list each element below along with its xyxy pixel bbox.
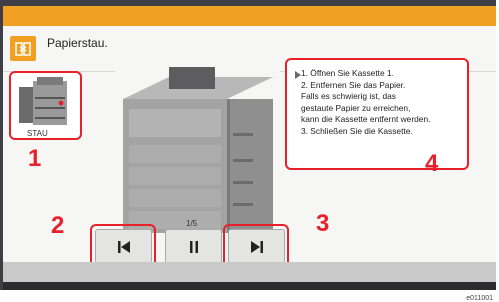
- next-step-button[interactable]: [228, 229, 285, 264]
- instruction-line: 3. Schließen Sie die Kassette.: [301, 125, 413, 136]
- callout-4: 4: [425, 150, 439, 177]
- instruction-box: 1. Öffnen Sie Kassette 1. 2. Entfernen S…: [285, 58, 469, 170]
- instruction-line: 2. Entfernen Sie das Papier.: [301, 79, 406, 90]
- instruction-line: Falls es schwierig ist, das: [301, 91, 396, 102]
- top-bar: [3, 6, 496, 26]
- first-step-button[interactable]: [95, 229, 152, 264]
- instruction-line: kann die Kassette entfernt werden.: [301, 114, 431, 125]
- dialog-title: Papierstau.: [47, 36, 108, 50]
- thumbnail-label: STAU: [27, 129, 48, 138]
- callout-3: 3: [316, 210, 330, 237]
- bottom-bar: [3, 262, 496, 282]
- instruction-text: 1. Öffnen Sie Kassette 1. 2. Entfernen S…: [301, 68, 430, 138]
- skip-to-next-icon: [250, 240, 263, 253]
- callout-1: 1: [28, 145, 42, 172]
- jam-dialog: Papierstau. STAU 1. Öffnen Sie Kassette …: [3, 26, 496, 269]
- page-indicator: 1/5: [186, 219, 198, 228]
- bottom-strip: [3, 282, 496, 290]
- callout-2: 2: [51, 212, 65, 239]
- paper-jam-icon: [10, 36, 36, 61]
- pause-button[interactable]: [165, 229, 222, 264]
- printer-illustration: [115, 63, 280, 239]
- instruction-line: gestaute Papier zu erreichen,: [301, 102, 411, 113]
- pause-icon: [189, 240, 198, 253]
- skip-to-first-icon: [117, 240, 130, 253]
- instruction-line: 1. Öffnen Sie Kassette 1.: [301, 68, 394, 78]
- document-id: e011001: [466, 295, 493, 302]
